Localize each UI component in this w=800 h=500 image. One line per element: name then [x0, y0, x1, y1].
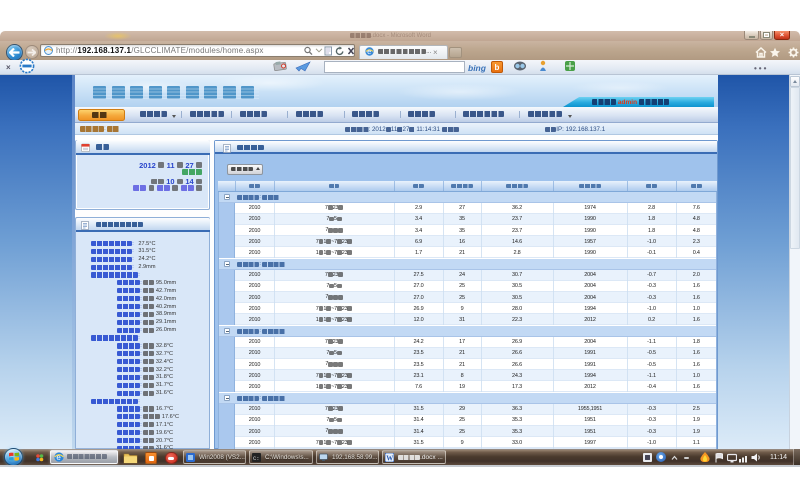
svg-text:C:: C:: [253, 455, 260, 462]
svg-text:W: W: [386, 454, 393, 462]
svg-text:e: e: [56, 453, 61, 462]
svg-text:e: e: [367, 49, 371, 56]
